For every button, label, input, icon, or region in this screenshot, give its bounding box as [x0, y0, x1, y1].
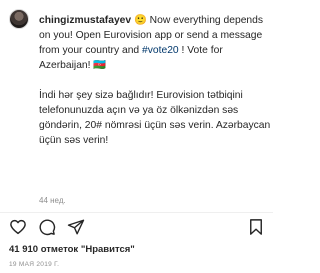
instagram-post: chingizmustafayev 🙂 Now everything depen… — [0, 0, 273, 273]
caption-azerbaijani: İndi hər şey sizə bağlıdır! Eurovision t… — [39, 90, 271, 146]
action-bar — [9, 218, 265, 238]
hashtag-link[interactable]: #vote20 — [142, 45, 179, 56]
share-icon[interactable] — [67, 218, 85, 236]
bookmark-icon[interactable] — [247, 218, 265, 236]
likes-count[interactable]: 41 910 отметок "Нравится" — [9, 244, 135, 255]
caption-text: chingizmustafayev 🙂 Now everything depen… — [39, 13, 271, 148]
post-date: 19 МАЯ 2019 Г. — [9, 261, 60, 268]
avatar[interactable] — [9, 9, 29, 29]
username-link[interactable]: chingizmustafayev — [39, 15, 131, 26]
divider — [0, 212, 273, 213]
post-time-ago[interactable]: 44 нед. — [39, 196, 66, 205]
heart-icon[interactable] — [9, 218, 27, 236]
comment-icon[interactable] — [38, 218, 56, 236]
